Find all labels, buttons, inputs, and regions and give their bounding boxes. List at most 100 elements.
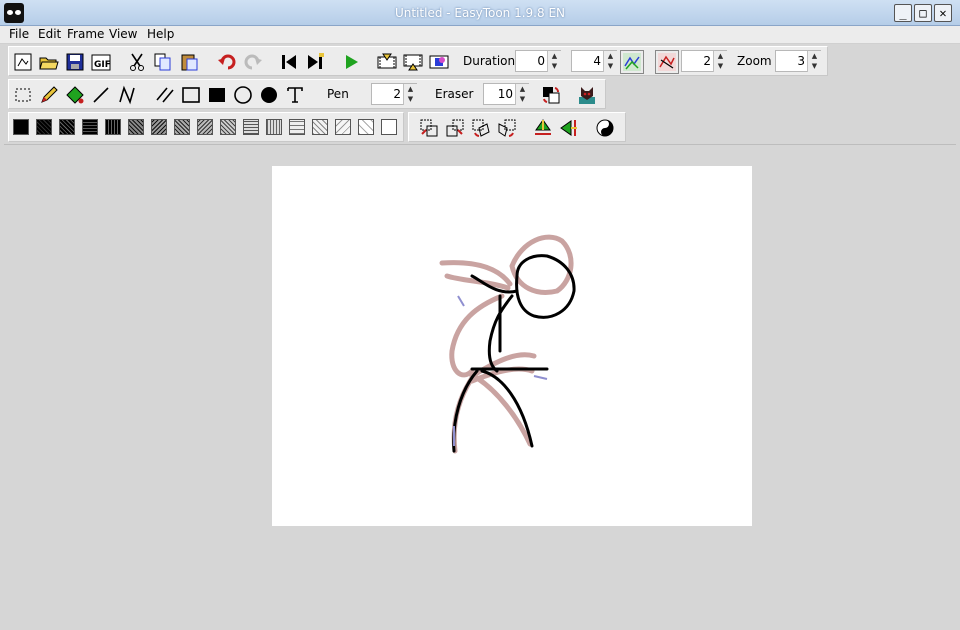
parallel-lines-icon: [156, 87, 174, 103]
transform-move-icon: [420, 119, 438, 137]
duration-spinner[interactable]: 0 ▲ ▼: [515, 50, 561, 72]
flip-horizontal-button[interactable]: [557, 116, 581, 140]
onion-skin-strokes: [439, 234, 574, 454]
drawing-canvas[interactable]: [272, 166, 752, 526]
spinner-arrows-icon[interactable]: ▲ ▼: [547, 51, 561, 72]
character-button[interactable]: [575, 83, 599, 107]
redo-icon: [244, 54, 262, 70]
fill-tool-button[interactable]: [63, 83, 87, 107]
export-gif-button[interactable]: GIF: [89, 50, 113, 74]
film-color-icon: [429, 55, 449, 69]
text-tool-button[interactable]: [283, 83, 307, 107]
rectangle-outline-icon: [182, 87, 200, 103]
close-button[interactable]: ✕: [934, 4, 952, 22]
onion-layers-icon: [658, 53, 676, 71]
pattern-swatch-15[interactable]: [335, 119, 351, 135]
save-button[interactable]: [63, 50, 87, 74]
previous-frame-button[interactable]: [277, 50, 301, 74]
pattern-swatch-12[interactable]: [266, 119, 282, 135]
pattern-swatch-1[interactable]: [13, 119, 29, 135]
menu-file[interactable]: File: [9, 27, 29, 41]
filled-ellipse-tool-button[interactable]: [257, 83, 281, 107]
swap-colors-button[interactable]: [539, 83, 563, 107]
spinner-arrows-icon[interactable]: ▲ ▼: [713, 51, 727, 72]
pattern-swatch-9[interactable]: [197, 119, 213, 135]
pattern-swatch-14[interactable]: [312, 119, 328, 135]
new-animation-button[interactable]: [11, 50, 35, 74]
eraser-size-spinner[interactable]: 10 ▲ ▼: [483, 83, 529, 105]
ellipse-tool-button[interactable]: [231, 83, 255, 107]
spinner-arrows-icon[interactable]: ▲ ▼: [515, 84, 529, 105]
menu-help[interactable]: Help: [147, 27, 174, 41]
stick-figure-drawing: [439, 234, 576, 454]
maximize-button[interactable]: □: [914, 4, 932, 22]
pattern-swatch-6[interactable]: [128, 119, 144, 135]
pattern-swatch-11[interactable]: [243, 119, 259, 135]
main-toolbar: GIF Duration 0 ▲ ▼ 4 ▲ ▼ 2 ▲ ▼ Zoom 3 ▲ …: [8, 46, 828, 76]
ellipse-outline-icon: [234, 86, 252, 104]
paste-button[interactable]: [177, 50, 201, 74]
double-line-tool-button[interactable]: [153, 83, 177, 107]
copy-button[interactable]: [151, 50, 175, 74]
svg-text:GIF: GIF: [94, 60, 111, 70]
pattern-swatch-5[interactable]: [105, 119, 121, 135]
film-delete-icon: [403, 54, 423, 71]
redo-button[interactable]: [241, 50, 265, 74]
zoom-spinner[interactable]: 3 ▲ ▼: [775, 50, 821, 72]
frame-count-spinner[interactable]: 4 ▲ ▼: [571, 50, 617, 72]
invert-button[interactable]: [593, 116, 617, 140]
play-icon: [346, 55, 358, 69]
next-frame-button[interactable]: [303, 50, 327, 74]
pen-size-label: Pen: [327, 87, 349, 101]
pattern-swatch-2[interactable]: [36, 119, 52, 135]
move-right-button[interactable]: [443, 116, 467, 140]
rectangle-tool-button[interactable]: [179, 83, 203, 107]
undo-icon: [218, 54, 236, 70]
rotate-right-button[interactable]: [495, 116, 519, 140]
pen-size-spinner[interactable]: 2 ▲ ▼: [371, 83, 417, 105]
pattern-swatch-8[interactable]: [174, 119, 190, 135]
rectangle-filled-icon: [209, 88, 225, 102]
cut-button[interactable]: [125, 50, 149, 74]
swap-colors-icon: [543, 87, 560, 104]
rotate-left-button[interactable]: [469, 116, 493, 140]
window-title: Untitled - EasyToon 1.9.8 EN: [394, 6, 565, 20]
select-tool-button[interactable]: [11, 83, 35, 107]
pattern-swatch-7[interactable]: [151, 119, 167, 135]
flip-vertical-button[interactable]: [531, 116, 555, 140]
onion-skin-button[interactable]: [620, 50, 644, 74]
insert-frame-button[interactable]: [375, 50, 399, 74]
line-icon: [93, 87, 109, 103]
pattern-swatch-10[interactable]: [220, 119, 236, 135]
pattern-swatch-16[interactable]: [358, 119, 374, 135]
onion-layers-button[interactable]: [655, 50, 679, 74]
onion-count-spinner[interactable]: 2 ▲ ▼: [681, 50, 727, 72]
polyline-tool-button[interactable]: [115, 83, 139, 107]
yin-yang-icon: [596, 119, 614, 137]
spinner-arrows-icon[interactable]: ▲ ▼: [403, 84, 417, 105]
pattern-swatch-13[interactable]: [289, 119, 305, 135]
open-button[interactable]: [37, 50, 61, 74]
transform-toolbar: [408, 112, 626, 142]
transform-shift-icon: [446, 119, 464, 137]
pattern-swatch-3[interactable]: [59, 119, 75, 135]
previous-frame-icon: [282, 55, 296, 69]
delete-frame-button[interactable]: [401, 50, 425, 74]
zoom-label: Zoom: [737, 54, 772, 68]
menu-frame[interactable]: Frame: [67, 27, 104, 41]
spinner-arrows-icon[interactable]: ▲ ▼: [807, 51, 821, 72]
play-button[interactable]: [339, 50, 363, 74]
move-left-button[interactable]: [417, 116, 441, 140]
minimize-button[interactable]: _: [894, 4, 912, 22]
menu-view[interactable]: View: [109, 27, 137, 41]
line-tool-button[interactable]: [89, 83, 113, 107]
pencil-tool-button[interactable]: [37, 83, 61, 107]
menu-edit[interactable]: Edit: [38, 27, 61, 41]
spinner-arrows-icon[interactable]: ▲ ▼: [603, 51, 617, 72]
filled-rectangle-tool-button[interactable]: [205, 83, 229, 107]
mask-character-icon: [579, 87, 595, 104]
pattern-swatch-4[interactable]: [82, 119, 98, 135]
pattern-swatch-17[interactable]: [381, 119, 397, 135]
frame-properties-button[interactable]: [427, 50, 451, 74]
undo-button[interactable]: [215, 50, 239, 74]
